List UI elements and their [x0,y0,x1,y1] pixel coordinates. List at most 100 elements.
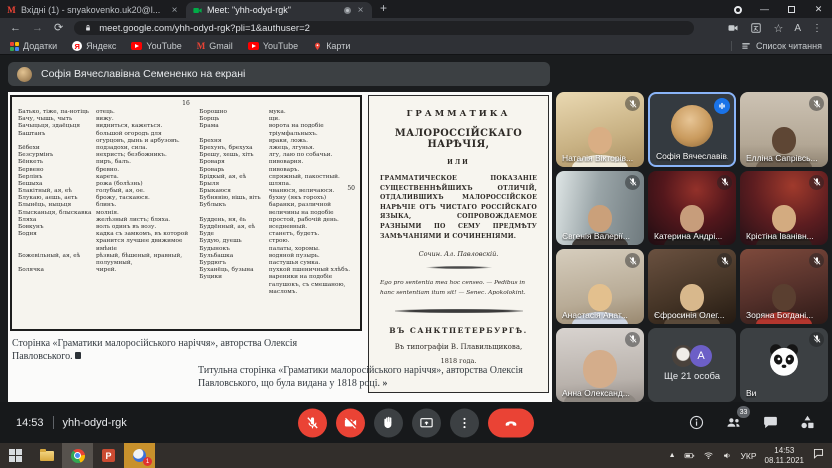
participants-button[interactable]: 33 [725,414,742,431]
raise-hand-button[interactable] [374,408,403,437]
browser-menu-icon[interactable]: ⋮ [812,23,822,34]
tab-close-icon[interactable]: × [355,5,366,16]
avatar-letter: А [690,345,712,367]
dictionary-page-scan: 16 50 Батько, тіже, па-нотіцьотець. Бачу… [10,95,362,331]
volume-icon[interactable] [722,450,733,461]
start-button[interactable] [0,443,31,468]
you-tile[interactable]: Ви [740,328,828,403]
participant-name: Наталія Вікторів... [562,153,633,163]
action-center-button[interactable] [812,447,825,465]
dictionary-entry: Блысканьця, блыскавкамолнія. [18,210,191,217]
record-indicator-icon [724,0,751,18]
bookmark-apps[interactable]: Додатки [10,41,57,51]
activities-button[interactable] [799,414,816,431]
notification-count-badge: 1 [143,457,152,466]
participant-tile[interactable]: Євгенія Валерії... [556,171,644,246]
dictionary-entry: Бовкунъволъ одинъ въ возу. [18,224,191,231]
meeting-details-button[interactable] [688,414,705,431]
more-participants-tile[interactable]: А Ще 21 особа [648,328,736,403]
participant-tile[interactable]: Анна Олександ... [556,328,644,403]
call-buttons [298,408,534,437]
dictionary-entry: Бачыцьця, здаёцьцявидниться, кажеться. [18,123,191,130]
tab-gmail[interactable]: M Вхідні (1) - snyakovenko.uk20@l... × [0,2,186,18]
audio-speaking-icon [714,98,730,114]
mic-muted-icon [625,175,640,190]
tab-close-icon[interactable]: × [169,5,180,16]
hidden-icons-button[interactable]: ▲ [669,452,676,459]
language-indicator[interactable]: УКР [741,451,757,461]
bookmark-yandex[interactable]: Я Яндекс [72,41,116,51]
forward-button[interactable]: → [32,23,43,34]
mic-muted-icon [625,96,640,111]
caption-title-page: Титульна сторінка «Граматики малоросійсь… [198,364,540,390]
participant-name: Євгенія Валерії... [562,231,630,241]
battery-icon[interactable] [684,450,695,461]
bookmark-star-icon[interactable]: ☆ [773,22,783,35]
dictionary-page-number: 16 [18,100,354,107]
reload-button[interactable]: ⟳ [54,23,63,34]
participant-tile[interactable]: Наталія Вікторів... [556,92,644,167]
dictionary-entry: Батько, тіже, па-нотіцьотець. [18,109,191,116]
mic-off-button[interactable] [298,408,327,437]
participant-tile-speaking[interactable]: Софія Вячеславів... [648,92,736,167]
url-text: meet.google.com/yhh-odyd-rgk?pli=1&authu… [99,23,310,34]
dictionary-entry: Броваряпивоварня. [199,159,354,166]
window-controls: — ✕ [724,0,832,18]
chrome-icon [71,449,85,463]
camera-in-use-icon[interactable] [727,22,739,34]
dictionary-entry: Берлінъкарета. [18,174,191,181]
bookmark-gmail[interactable]: M Gmail [197,41,233,51]
dictionary-entry: Брідкый, ая, еѣспряжный, пакостный. [199,174,354,181]
dictionary-entry: Божевільный, ая, еѣрѣзвый, бѣшеный, нрав… [18,253,191,267]
mic-muted-icon [717,253,732,268]
dictionary-entry: Будестанетъ, будетъ. [199,231,354,238]
present-button[interactable] [412,408,441,437]
participant-tile[interactable]: Єфросинія Олег... [648,249,736,324]
camera-off-button[interactable] [336,408,365,437]
close-button[interactable]: ✕ [805,0,832,18]
participant-grid: Наталія Вікторів... Софія Вячеславів... … [556,92,828,402]
participant-tile[interactable]: Зоряна Богдані... [740,249,828,324]
back-button[interactable]: ← [10,23,21,34]
participant-tile[interactable]: Крістіна Іванівн... [740,171,828,246]
maps-pin-icon [313,41,322,52]
lock-icon [83,23,93,33]
mic-muted-icon [625,253,640,268]
bookmark-maps[interactable]: Карти [313,41,350,52]
notification-app-button[interactable]: 1 [124,443,155,468]
apps-grid-icon [10,42,19,51]
book-title-line2: МАЛОРОССІЙСКАГО НАРѢЧІЯ, [380,128,537,150]
translate-icon[interactable] [750,22,762,34]
reading-list-button[interactable]: Список читання [731,41,822,51]
minimize-button[interactable]: — [751,0,778,18]
participant-tile[interactable]: Елліна Сапрівсь... [740,92,828,167]
windows-logo-icon [9,449,22,462]
powerpoint-taskbar-button[interactable]: P [93,443,124,468]
taskbar-clock[interactable]: 14:53 08.11.2021 [765,446,804,465]
address-bar[interactable]: meet.google.com/yhh-odyd-rgk?pli=1&authu… [74,21,694,35]
wifi-icon[interactable] [703,450,714,461]
new-tab-button[interactable]: + [380,1,387,15]
mic-muted-icon [809,253,824,268]
bookmark-youtube-1[interactable]: YouTube [131,41,181,51]
participant-tile[interactable]: Катерина Андрі... [648,171,736,246]
participants-count-badge: 33 [737,406,750,418]
file-explorer-button[interactable] [31,443,62,468]
maximize-button[interactable] [778,0,805,18]
tab-meet[interactable]: Meet: "yhh-odyd-rgk" × [186,2,372,18]
shared-screen: 16 50 Батько, тіже, па-нотіцьотець. Бачу… [8,92,552,402]
chat-button[interactable] [762,414,779,431]
bookmark-youtube-2[interactable]: YouTube [248,41,298,51]
more-options-button[interactable] [450,408,479,437]
profile-avatar[interactable]: A [794,23,801,34]
presenter-banner: Софія Вячеславівна Семененко на екрані [8,62,550,86]
book-subtitle: ИЛИ [447,159,470,166]
chrome-taskbar-button[interactable] [62,443,93,468]
mic-muted-icon [717,175,732,190]
dictionary-entry: Брамаворота на подобіе тріумфальныхъ. [199,123,354,137]
end-call-button[interactable] [488,408,534,437]
dictionary-entry: Брыляшляпа. [199,181,354,188]
participant-tile[interactable]: Анастасія Анат... [556,249,644,324]
yandex-icon: Я [72,41,82,51]
presenter-banner-text: Софія Вячеславівна Семененко на екрані [41,68,245,80]
